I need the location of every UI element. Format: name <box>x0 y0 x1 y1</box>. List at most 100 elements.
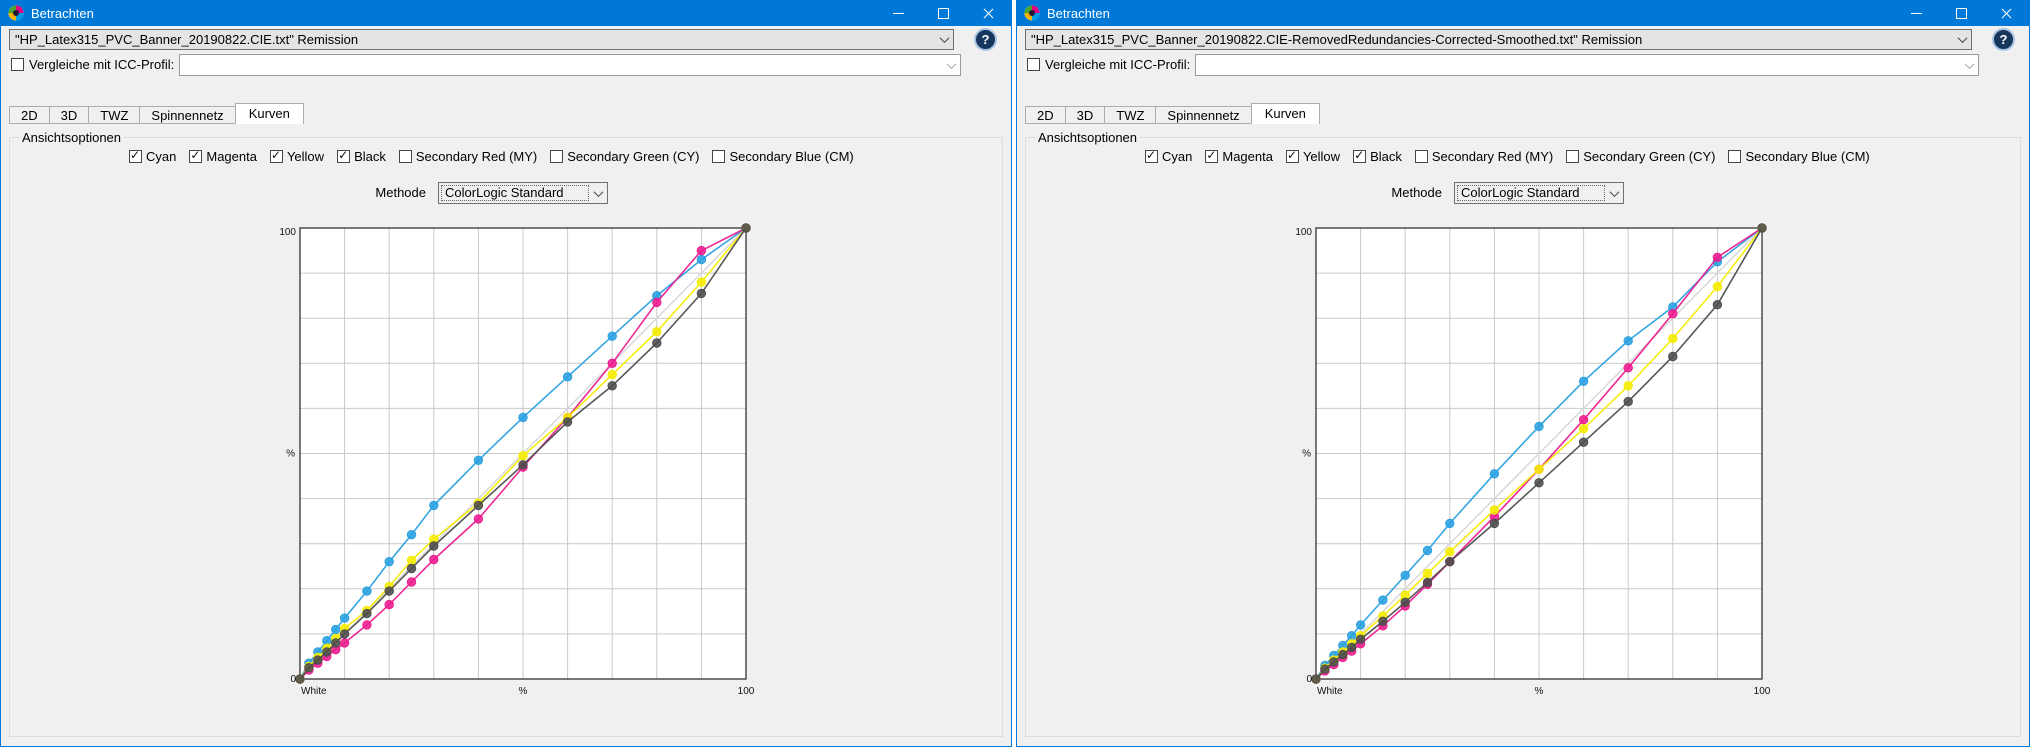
tab-bar: 2D 3D TWZ Spinnennetz Kurven <box>1025 103 1319 124</box>
maximize-button[interactable] <box>921 1 966 26</box>
tab-spinnennetz[interactable]: Spinnennetz <box>139 106 235 124</box>
tab-2d[interactable]: 2D <box>1025 106 1066 124</box>
file-combo-value: "HP_Latex315_PVC_Banner_20190822.CIE.txt… <box>10 32 935 47</box>
tab-bar: 2D 3D TWZ Spinnennetz Kurven <box>9 103 303 124</box>
window-title: Betrachten <box>31 1 94 26</box>
channel-secondary-blue[interactable]: Secondary Blue (CM) <box>1728 149 1869 164</box>
cyan-checkbox[interactable]: ✓ <box>129 150 142 163</box>
remission-curves-chart: 100%0White%100 <box>1287 218 1773 698</box>
chevron-down-icon <box>1960 62 1978 69</box>
svg-text:0: 0 <box>1306 674 1312 685</box>
help-icon: ? <box>982 32 990 47</box>
window-controls <box>876 1 1011 26</box>
maximize-icon <box>938 8 949 19</box>
channel-secondary-blue[interactable]: Secondary Blue (CM) <box>712 149 853 164</box>
maximize-button[interactable] <box>1939 1 1984 26</box>
svg-text:White: White <box>301 686 327 697</box>
black-checkbox[interactable]: ✓ <box>1353 150 1366 163</box>
methode-label: Methode <box>1017 185 1442 200</box>
secondary-blue-checkbox[interactable] <box>1728 150 1741 163</box>
channel-checkbox-row: ✓Cyan ✓Magenta ✓Yellow ✓Black Secondary … <box>1145 149 1870 164</box>
tab-spinnennetz[interactable]: Spinnennetz <box>1155 106 1251 124</box>
window: Betrachten "HP_Latex315_PVC_Banner_20190… <box>0 0 1012 747</box>
minimize-button[interactable] <box>876 1 921 26</box>
channel-secondary-red[interactable]: Secondary Red (MY) <box>1415 149 1553 164</box>
black-checkbox[interactable]: ✓ <box>337 150 350 163</box>
tab-3d[interactable]: 3D <box>1065 106 1106 124</box>
icc-compare-checkbox[interactable] <box>1027 58 1040 71</box>
secondary-green-checkbox[interactable] <box>550 150 563 163</box>
icc-compare-label: Vergleiche mit ICC-Profil: <box>1045 57 1190 72</box>
view-options-label: Ansichtsoptionen <box>19 130 124 145</box>
secondary-green-checkbox[interactable] <box>1566 150 1579 163</box>
magenta-checkbox[interactable]: ✓ <box>1205 150 1218 163</box>
channel-yellow[interactable]: ✓Yellow <box>1286 149 1340 164</box>
secondary-red-checkbox[interactable] <box>399 150 412 163</box>
close-button[interactable] <box>1984 1 2029 26</box>
svg-text:%: % <box>519 686 528 697</box>
chevron-down-icon <box>589 190 607 197</box>
tab-3d[interactable]: 3D <box>49 106 90 124</box>
icc-profile-combobox[interactable] <box>179 54 961 76</box>
view-options-label: Ansichtsoptionen <box>1035 130 1140 145</box>
channel-magenta[interactable]: ✓Magenta <box>1205 149 1273 164</box>
methode-combo-value: ColorLogic Standard <box>441 185 589 201</box>
tab-twz[interactable]: TWZ <box>88 106 140 124</box>
file-combo-value: "HP_Latex315_PVC_Banner_20190822.CIE-Rem… <box>1026 32 1953 47</box>
chevron-down-icon <box>1605 190 1623 197</box>
tab-kurven[interactable]: Kurven <box>235 103 304 124</box>
titlebar: Betrachten <box>1017 1 2029 26</box>
app-icon <box>1024 5 1040 21</box>
chevron-down-icon <box>1953 36 1971 43</box>
svg-text:%: % <box>1302 449 1311 460</box>
yellow-checkbox[interactable]: ✓ <box>1286 150 1299 163</box>
minimize-icon <box>893 13 904 14</box>
channel-cyan[interactable]: ✓Cyan <box>129 149 176 164</box>
svg-text:100: 100 <box>1754 686 1771 697</box>
app-icon <box>8 5 24 21</box>
methode-label: Methode <box>1 185 426 200</box>
svg-text:%: % <box>1535 686 1544 697</box>
minimize-icon <box>1911 13 1922 14</box>
titlebar: Betrachten <box>1 1 1011 26</box>
channel-secondary-green[interactable]: Secondary Green (CY) <box>550 149 699 164</box>
chevron-down-icon <box>935 36 953 43</box>
channel-secondary-green[interactable]: Secondary Green (CY) <box>1566 149 1715 164</box>
window-title: Betrachten <box>1047 1 1110 26</box>
help-button[interactable]: ? <box>974 28 997 51</box>
methode-combobox[interactable]: ColorLogic Standard <box>438 182 608 204</box>
methode-combobox[interactable]: ColorLogic Standard <box>1454 182 1624 204</box>
channel-magenta[interactable]: ✓Magenta <box>189 149 257 164</box>
secondary-red-checkbox[interactable] <box>1415 150 1428 163</box>
svg-text:100: 100 <box>279 227 296 238</box>
svg-text:100: 100 <box>1295 227 1312 238</box>
channel-yellow[interactable]: ✓Yellow <box>270 149 324 164</box>
window-controls <box>1894 1 2029 26</box>
tab-2d[interactable]: 2D <box>9 106 50 124</box>
file-combobox[interactable]: "HP_Latex315_PVC_Banner_20190822.CIE-Rem… <box>1025 29 1972 50</box>
svg-text:0: 0 <box>290 674 296 685</box>
icc-profile-combobox[interactable] <box>1195 54 1979 76</box>
secondary-blue-checkbox[interactable] <box>712 150 725 163</box>
channel-black[interactable]: ✓Black <box>337 149 386 164</box>
icc-compare-checkbox[interactable] <box>11 58 24 71</box>
cyan-checkbox[interactable]: ✓ <box>1145 150 1158 163</box>
help-button[interactable]: ? <box>1992 28 2015 51</box>
remission-curves-chart: 100%0White%100 <box>271 218 757 698</box>
channel-secondary-red[interactable]: Secondary Red (MY) <box>399 149 537 164</box>
help-icon: ? <box>2000 32 2008 47</box>
tab-kurven[interactable]: Kurven <box>1251 103 1320 124</box>
minimize-button[interactable] <box>1894 1 1939 26</box>
icc-compare-label: Vergleiche mit ICC-Profil: <box>29 57 174 72</box>
methode-combo-value: ColorLogic Standard <box>1457 185 1605 201</box>
channel-checkbox-row: ✓Cyan ✓Magenta ✓Yellow ✓Black Secondary … <box>129 149 854 164</box>
file-combobox[interactable]: "HP_Latex315_PVC_Banner_20190822.CIE.txt… <box>9 29 954 50</box>
tab-twz[interactable]: TWZ <box>1104 106 1156 124</box>
channel-cyan[interactable]: ✓Cyan <box>1145 149 1192 164</box>
svg-text:%: % <box>286 449 295 460</box>
channel-black[interactable]: ✓Black <box>1353 149 1402 164</box>
magenta-checkbox[interactable]: ✓ <box>189 150 202 163</box>
yellow-checkbox[interactable]: ✓ <box>270 150 283 163</box>
window: Betrachten "HP_Latex315_PVC_Banner_20190… <box>1016 0 2030 747</box>
close-button[interactable] <box>966 1 1011 26</box>
